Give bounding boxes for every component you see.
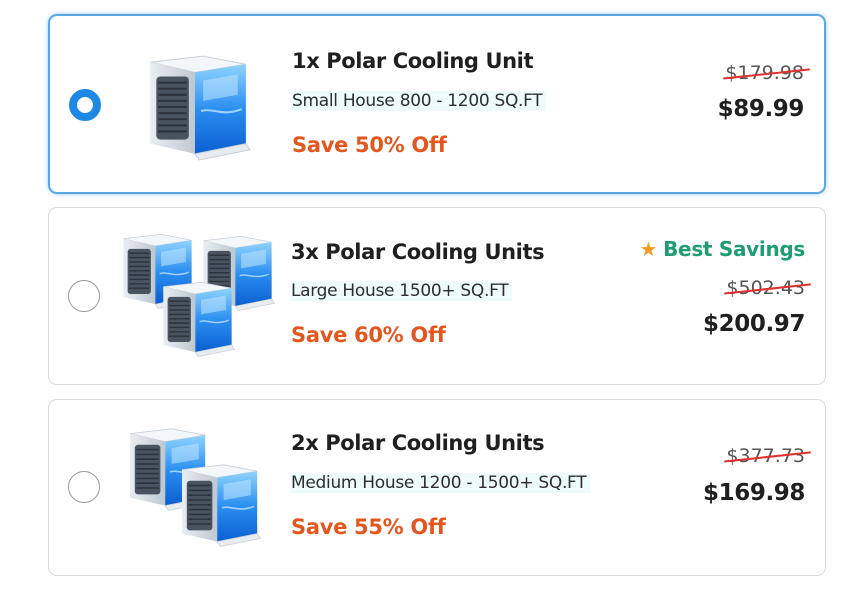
option-card-1x[interactable]: 1x Polar Cooling Unit Small House 800 - … bbox=[48, 14, 826, 194]
option-radio-3x[interactable] bbox=[68, 280, 100, 312]
savings-label: Save 60% Off bbox=[291, 323, 446, 347]
product-image-2x bbox=[121, 424, 271, 548]
option-card-3x[interactable]: 3x Polar Cooling Units Large House 1500+… bbox=[48, 207, 826, 385]
original-price: $377.73 bbox=[724, 445, 811, 467]
savings-label: Save 55% Off bbox=[291, 515, 446, 539]
product-image-1x bbox=[138, 50, 254, 162]
original-price: $179.98 bbox=[723, 62, 810, 84]
badge-label: Best Savings bbox=[663, 237, 805, 261]
option-title: 3x Polar Cooling Units bbox=[291, 240, 545, 264]
option-title: 2x Polar Cooling Units bbox=[291, 431, 545, 455]
option-radio-1x[interactable] bbox=[69, 89, 101, 121]
option-subtitle: Large House 1500+ SQ.FT bbox=[291, 281, 513, 301]
sale-price: $200.97 bbox=[703, 311, 805, 337]
option-title: 1x Polar Cooling Unit bbox=[292, 49, 534, 73]
best-savings-badge: ★ Best Savings bbox=[639, 237, 805, 261]
product-image-3x bbox=[115, 230, 277, 358]
star-icon: ★ bbox=[639, 237, 658, 261]
savings-label: Save 50% Off bbox=[292, 133, 447, 157]
option-card-2x[interactable]: 2x Polar Cooling Units Medium House 1200… bbox=[48, 399, 826, 576]
option-subtitle: Medium House 1200 - 1500+ SQ.FT bbox=[291, 473, 591, 493]
option-radio-2x[interactable] bbox=[68, 471, 100, 503]
option-subtitle: Small House 800 - 1200 SQ.FT bbox=[292, 91, 547, 111]
sale-price: $89.99 bbox=[717, 96, 805, 122]
original-price: $502.43 bbox=[724, 277, 811, 299]
sale-price: $169.98 bbox=[703, 480, 805, 506]
